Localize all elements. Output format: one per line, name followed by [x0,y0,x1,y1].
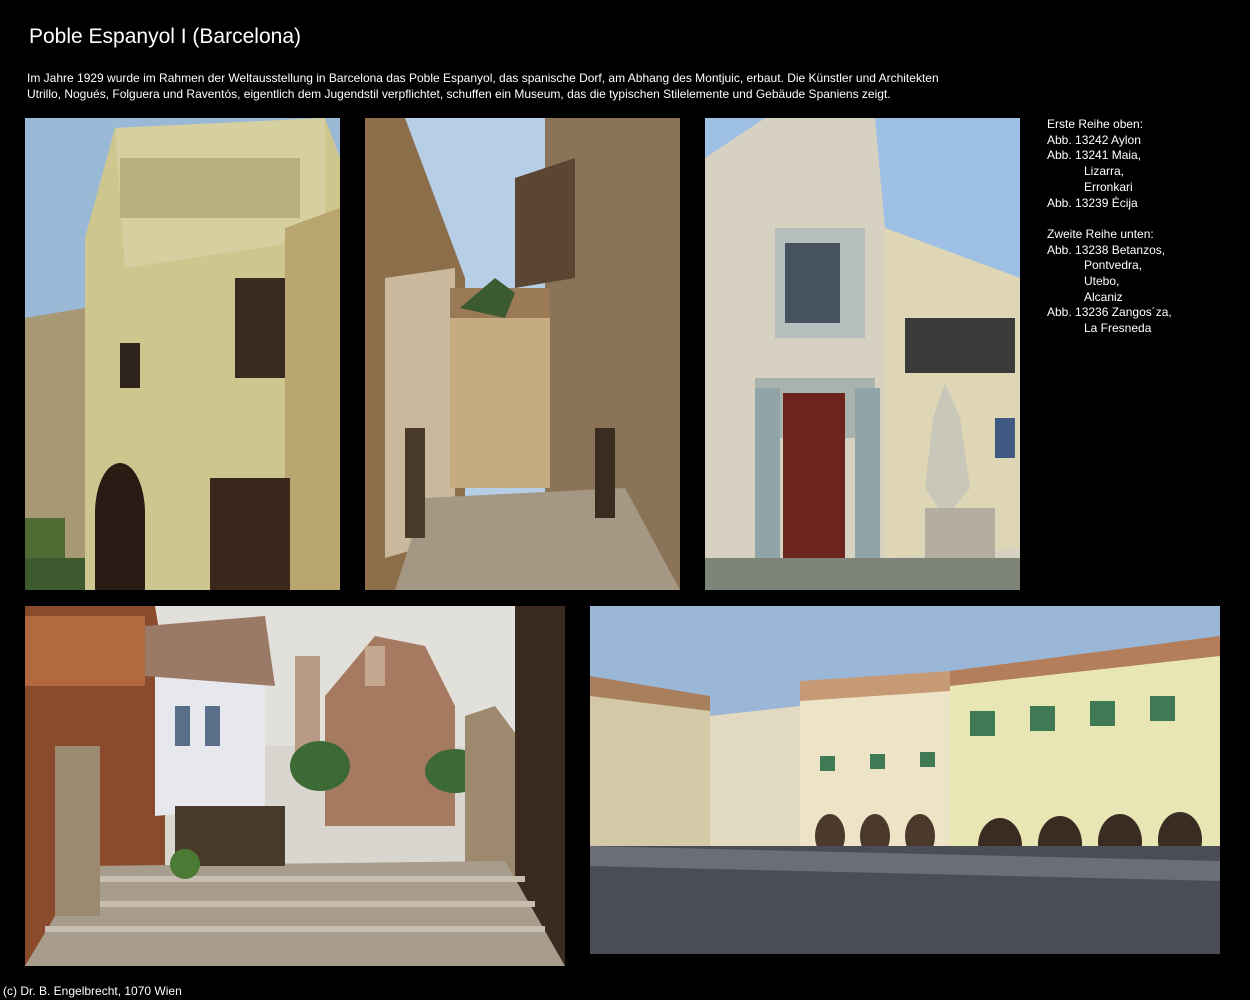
photo-zangosza-la-fresneda[interactable] [590,606,1220,954]
caption-item: Lizarra, [1084,164,1125,179]
caption-item: Alcaniz [1084,289,1123,304]
caption-item: Utebo, [1084,274,1120,289]
intro-line-2: Utrillo, Nogués, Folguera und Raventós, … [27,87,891,101]
photo-ecija[interactable] [705,118,1020,590]
caption-row1-heading: Erste Reihe oben: [1047,117,1144,131]
photo-maia-lizarra-erronkari[interactable] [365,118,680,590]
caption-item: La Fresneda [1084,321,1152,336]
intro-text: Im Jahre 1929 wurde im Rahmen der Weltau… [27,70,967,102]
photo-betanzos-pontvedra-utebo-alcaniz[interactable] [25,606,565,966]
caption-item: Erronkari [1084,179,1133,194]
caption-item: Pontvedra, [1084,258,1143,273]
page-title: Poble Espanyol I (Barcelona) [29,25,301,48]
caption-item: Abb. 13239 Écija [1047,195,1138,210]
intro-line-1: Im Jahre 1929 wurde im Rahmen der Weltau… [27,71,939,85]
caption-item: Abb. 13236 Zangos´za, [1047,305,1172,320]
copyright-footer: (c) Dr. B. Engelbrecht, 1070 Wien [3,984,182,998]
photo-captions: Erste Reihe oben: Abb. 13242 Aylon Abb. … [1047,117,1242,337]
caption-item: Abb. 13242 Aylon [1047,132,1141,147]
caption-row2-heading: Zweite Reihe unten: [1047,226,1154,241]
caption-item: Abb. 13238 Betanzos, [1047,242,1166,257]
photo-aylon[interactable] [25,118,340,590]
caption-item: Abb. 13241 Maia, [1047,148,1142,163]
